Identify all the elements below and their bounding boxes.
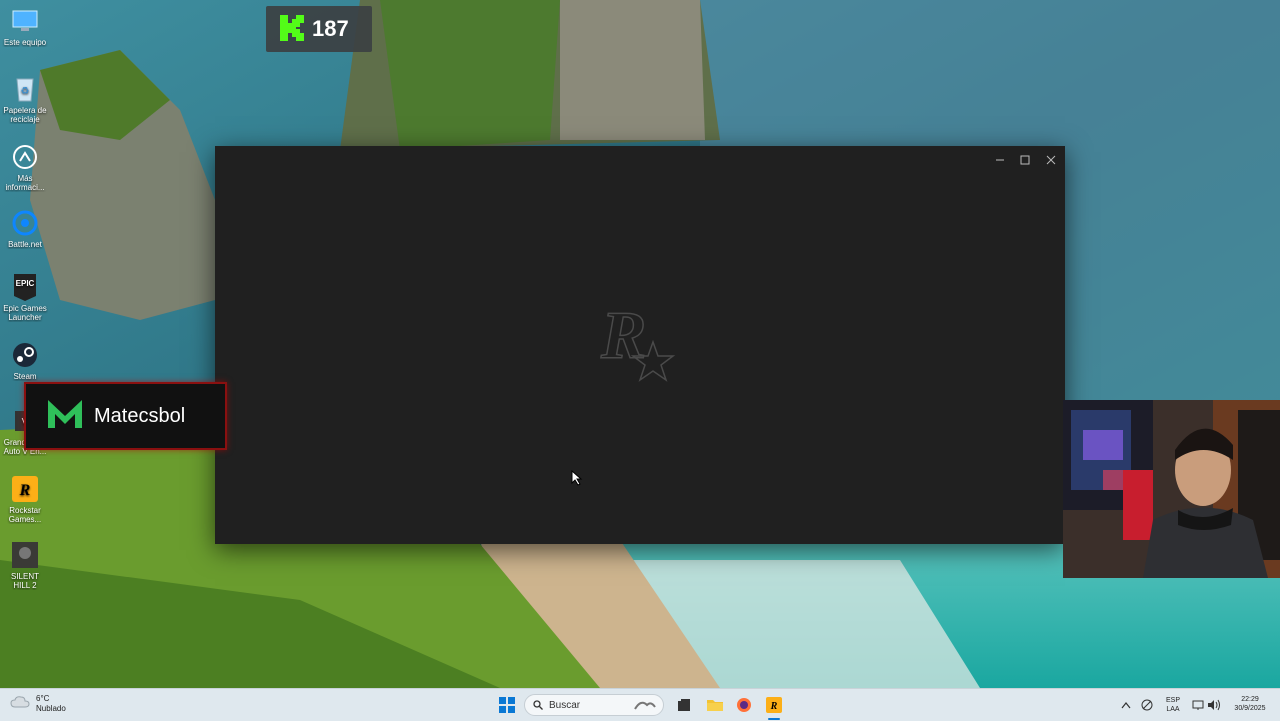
desktop-icon-rockstar[interactable]: R Rockstar Games... [2,474,48,524]
desktop-icon-silent-hill[interactable]: SILENT HILL 2 [2,540,48,590]
weather-description: Nublado [36,704,66,713]
cloud-icon [10,695,30,714]
desktop-icon-papelera[interactable]: ♻ Papelera de reciclaje [2,74,48,124]
clock-time: 22:29 [1241,696,1259,703]
network-icon [1192,700,1204,710]
desktop-icon-mas-informacion[interactable]: Más informaci... [2,142,48,192]
rockstar-logo-icon: R [599,296,676,382]
desktop-icon-label: Más informaci... [5,174,45,192]
desktop-icon-battlenet[interactable]: Battle.net [2,208,48,249]
tray-app-icon [1141,699,1153,711]
battlenet-icon [10,208,40,238]
steam-icon [10,340,40,370]
tray-app-button[interactable] [1137,695,1157,715]
taskbar: 6°C Nublado Buscar R ESP LAA 22:29 30/9/… [0,688,1280,721]
svg-text:R: R [19,482,31,499]
task-view-button[interactable] [674,695,694,715]
svg-text:♻: ♻ [21,86,30,97]
maximize-icon [1020,155,1030,165]
desktop-icon-este-equipo[interactable]: Este equipo [2,6,48,47]
task-view-icon [678,699,690,711]
windows-logo-icon [499,697,515,713]
clock[interactable]: 22:29 30/9/2025 [1226,695,1274,713]
mouse-cursor-icon [571,470,583,486]
desktop-icon-label: SILENT HILL 2 [10,572,39,590]
chevron-up-icon [1121,702,1131,709]
desktop-icon-label: Steam [13,372,37,381]
desktop-icon-label: Papelera de reciclaje [3,106,47,124]
minimize-icon [996,159,1004,161]
desktop-icon-label: Epic Games Launcher [3,304,47,322]
webcam-feed [1063,400,1280,578]
desktop-icon-label: Battle.net [8,240,42,249]
epic-games-icon: EPIC [10,272,40,302]
close-button[interactable] [1039,150,1063,170]
desktop-icon-label: Rockstar Games... [8,506,42,524]
info-circle-icon [10,142,40,172]
kick-logo-icon [278,13,304,46]
svg-text:R: R [770,701,778,712]
monitor-icon [10,6,40,36]
silent-hill-icon [10,540,40,570]
svg-text:EPIC: EPIC [16,279,35,288]
taskbar-file-explorer[interactable] [705,695,725,715]
search-placeholder: Buscar [549,699,581,711]
rockstar-launcher-window[interactable]: R [215,146,1065,544]
rockstar-icon: R [766,697,782,713]
search-icon [533,700,543,710]
show-hidden-icons-button[interactable] [1116,695,1136,715]
desktop-icon-epic-games[interactable]: EPIC Epic Games Launcher [2,272,48,322]
close-icon [1046,155,1056,165]
taskbar-firefox[interactable] [734,695,754,715]
folder-icon [707,700,723,711]
start-button[interactable] [497,695,517,715]
kick-follower-badge: 187 [266,6,372,52]
language-indicator[interactable]: ESP LAA [1162,696,1184,714]
rockstar-icon: R [10,474,40,504]
keyboard-layout: LAA [1166,706,1180,713]
matecsbol-logo-icon [46,398,84,435]
desktop-icon-label: Este equipo [3,38,47,47]
search-highlight-icon [634,701,656,710]
taskbar-rockstar-launcher[interactable]: R [764,695,784,715]
language-code: ESP [1165,697,1180,704]
firefox-icon [737,698,751,712]
volume-button[interactable] [1204,695,1224,715]
speaker-icon [1208,699,1220,711]
clock-date: 30/9/2025 [1234,705,1266,712]
channel-name-banner: Matecsbol [24,382,227,450]
channel-name: Matecsbol [94,404,186,427]
taskbar-search[interactable]: Buscar [524,694,664,716]
maximize-button[interactable] [1013,150,1037,170]
desktop-icon-steam[interactable]: Steam [2,340,48,381]
weather-temperature: 6°C [36,694,50,703]
weather-widget[interactable]: 6°C Nublado [10,694,66,714]
recycle-bin-icon: ♻ [10,74,40,104]
kick-follower-count: 187 [312,16,349,41]
minimize-button[interactable] [988,150,1012,170]
